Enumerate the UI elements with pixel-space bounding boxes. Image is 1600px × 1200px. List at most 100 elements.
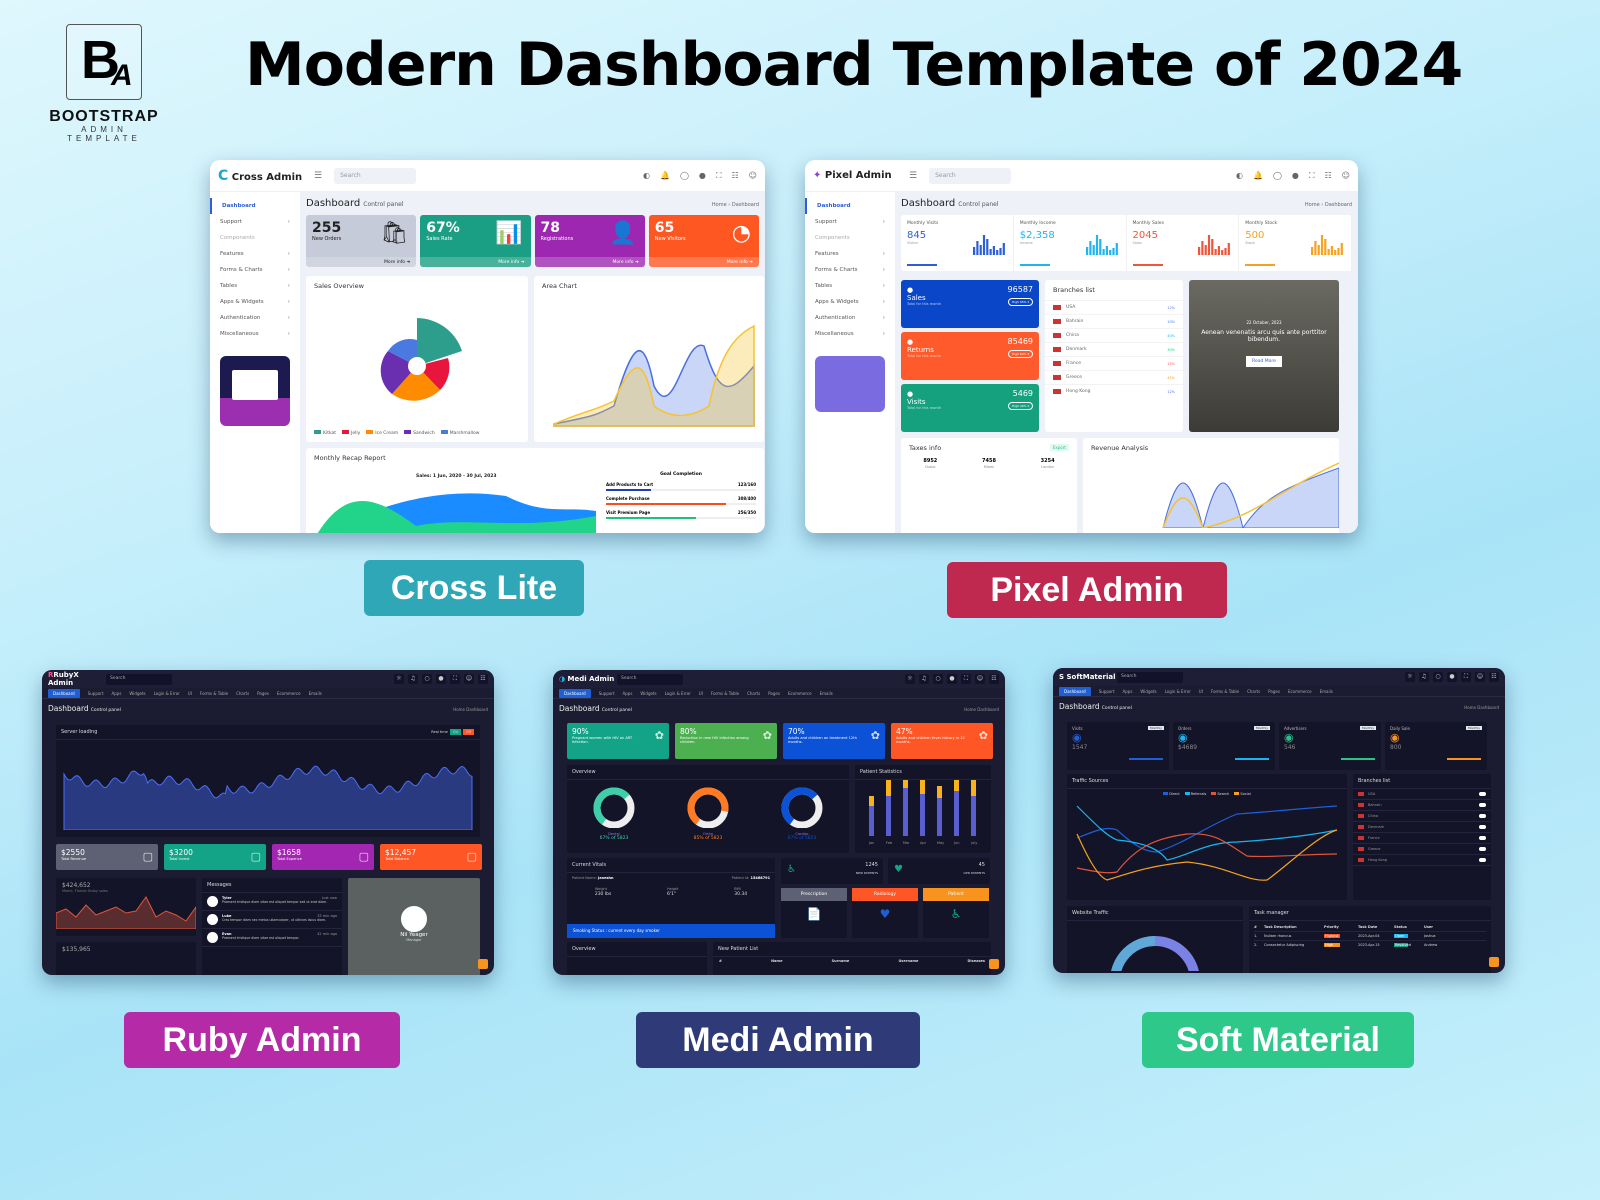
quick-action-prescription[interactable]: Prescription 📄 (781, 888, 847, 938)
bell-icon[interactable]: ♫ (1419, 672, 1429, 682)
chat-icon[interactable]: ○ (933, 674, 943, 684)
nav-item[interactable]: Support (88, 691, 104, 696)
kpi-tile[interactable]: ● Returns Total for this month 85469 High 60… (901, 332, 1039, 380)
settings-fab[interactable] (1489, 957, 1499, 967)
sidebar-item-miscellaneous[interactable]: Miscellaneous › (210, 326, 300, 342)
ruby-stat-card[interactable]: $1658 Total Expence ▢ (272, 844, 374, 870)
nav-item[interactable]: Support (599, 691, 615, 696)
avatar[interactable]: ☺ (749, 171, 757, 181)
nav-item[interactable]: Charts (236, 691, 249, 696)
sidebar-item-tables[interactable]: Tables › (210, 278, 300, 294)
sidebar-item-support[interactable]: Support › (210, 214, 300, 230)
branch-item[interactable]: Denmark 30% (1045, 342, 1183, 356)
stat-card[interactable]: 255 New Orders 🛍 More info ➜ (306, 215, 417, 267)
kpi-tile[interactable]: ● Sales Total for this month 96587 High 65% … (901, 280, 1039, 328)
label-soft-material[interactable]: Soft Material (1142, 1012, 1414, 1068)
branch-item[interactable]: China (1353, 811, 1491, 822)
kpi-badge[interactable]: High 40% ▾ (1008, 402, 1033, 410)
chat-icon[interactable]: ○ (1433, 672, 1443, 682)
more-info-link[interactable]: More info ➜ (648, 257, 759, 267)
task-row[interactable]: 2. Consectetur Adipiscing High 2023-Apr-15 R… (1254, 940, 1486, 949)
legend-item[interactable]: Marshmallow (440, 430, 479, 436)
sidebar-item-apps-widgets[interactable]: Apps & Widgets › (805, 294, 895, 310)
flag-icon[interactable]: ● (436, 674, 446, 684)
theme-icon[interactable]: ◐ (643, 171, 650, 181)
avatar[interactable]: ☺ (464, 674, 474, 684)
bell-icon[interactable]: 🔔 (660, 171, 670, 181)
soft-search-input[interactable]: Search (1117, 671, 1183, 683)
nav-item[interactable]: Widgets (1140, 689, 1156, 694)
ruby-stat-card[interactable]: $3200 Total Invest ▢ (164, 844, 266, 870)
soft-stat-card[interactable]: Visits Monthly ◉ 1547 (1067, 722, 1169, 770)
chat-icon[interactable]: ○ (422, 674, 432, 684)
avatar[interactable]: ☺ (975, 674, 985, 684)
flag-icon[interactable]: ● (947, 674, 957, 684)
sidebar-item-miscellaneous[interactable]: Miscellaneous › (805, 326, 895, 342)
fullscreen-icon[interactable]: ⛶ (450, 674, 460, 684)
cross-search-input[interactable]: Search (334, 167, 417, 184)
label-pixel-admin[interactable]: Pixel Admin (947, 562, 1227, 618)
theme-icon[interactable]: ◐ (1236, 171, 1243, 181)
flag-icon[interactable]: ● (1447, 672, 1457, 682)
settings-icon[interactable]: ☷ (478, 674, 488, 684)
nav-item[interactable]: Pages (257, 691, 269, 696)
branch-item[interactable]: Hong Kong 12% (1045, 384, 1183, 398)
avatar[interactable]: ☺ (1475, 672, 1485, 682)
nav-item[interactable]: Pages (768, 691, 780, 696)
branch-item[interactable]: Denmark (1353, 822, 1491, 833)
kpi-tile[interactable]: ● Visits Total for this month 5469 High 40% … (901, 384, 1039, 432)
message-item[interactable]: Tyler Just now Praesent tristique diam vit… (202, 893, 342, 911)
nav-item[interactable]: Forms & Table (1211, 689, 1239, 694)
theme-icon[interactable]: ☼ (905, 674, 915, 684)
nav-item[interactable]: Login & Error (665, 691, 691, 696)
nav-item[interactable]: UI (699, 691, 703, 696)
nav-item[interactable]: Support (1099, 689, 1115, 694)
branch-item[interactable]: USA 12% (1045, 300, 1183, 314)
pixel-search-input[interactable]: Search (929, 167, 1012, 184)
nav-item[interactable]: Dashboard (559, 688, 591, 698)
nav-item[interactable]: Login & Error (154, 691, 180, 696)
branch-item[interactable]: Bahrain 10% (1045, 314, 1183, 328)
branch-item[interactable]: France (1353, 833, 1491, 844)
sidebar-item-forms-charts[interactable]: Forms & Charts › (805, 262, 895, 278)
legend-item[interactable]: Jelly (342, 430, 360, 436)
nav-item[interactable]: Apps (112, 691, 122, 696)
sidebar-item-authentication[interactable]: Authentication › (210, 310, 300, 326)
nav-item[interactable]: Apps (1123, 689, 1133, 694)
nav-item[interactable]: Ecommerce (277, 691, 301, 696)
sidebar-item-tables[interactable]: Tables › (805, 278, 895, 294)
sidebar-item-forms-charts[interactable]: Forms & Charts › (210, 262, 300, 278)
fullscreen-icon[interactable]: ⛶ (1461, 672, 1471, 682)
medi-search-input[interactable]: Search (617, 673, 683, 685)
pixel-admin-preview[interactable]: ✦ Pixel Admin ☰ Search ◐ 🔔 ◯ ● ⛶ ☷ ☺ Dashboard… (805, 160, 1358, 533)
legend-item[interactable]: Kitkat (314, 430, 336, 436)
settings-icon[interactable]: ☷ (1324, 171, 1331, 181)
legend-item[interactable]: Ice Cream (366, 430, 398, 436)
menu-icon[interactable]: ☰ (314, 171, 322, 181)
label-ruby-admin[interactable]: Ruby Admin (124, 1012, 400, 1068)
label-medi-admin[interactable]: Medi Admin (636, 1012, 920, 1068)
bell-icon[interactable]: ♫ (408, 674, 418, 684)
medi-admin-preview[interactable]: ◑ Medi Admin Search ☼ ♫ ○ ● ⛶ ☺ ☷ Dashboard Sup… (553, 670, 1005, 975)
sidebar-item-support[interactable]: Support › (805, 214, 895, 230)
chat-icon[interactable]: ◯ (1273, 171, 1282, 181)
kpi-badge[interactable]: High 65% ▾ (1008, 298, 1033, 306)
bell-icon[interactable]: 🔔 (1253, 171, 1263, 181)
bell-icon[interactable]: ♫ (919, 674, 929, 684)
label-cross-lite[interactable]: Cross Lite (364, 560, 584, 616)
medi-stat-card[interactable]: 47% Adults and children fever history in … (891, 723, 993, 759)
soft-stat-card[interactable]: Advertisers Monthly ◉ 546 (1279, 722, 1381, 770)
nav-item[interactable]: Emails (1320, 689, 1333, 694)
settings-fab[interactable] (478, 959, 488, 969)
theme-icon[interactable]: ☼ (1405, 672, 1415, 682)
nav-item[interactable]: Login & Error (1165, 689, 1191, 694)
read-more-button[interactable]: Read More (1246, 356, 1282, 367)
branch-item[interactable]: Hong Kong (1353, 855, 1491, 866)
medi-stat-card[interactable]: 70% Adults and children on treatment 12th… (783, 723, 885, 759)
message-item[interactable]: Luke 33 min ago Cras tempor diam nec metus… (202, 911, 342, 929)
fullscreen-icon[interactable]: ⛶ (716, 171, 722, 181)
quick-action-patient[interactable]: Patient ♿ (923, 888, 989, 938)
sidebar-item-dashboard[interactable]: Dashboard (805, 198, 895, 214)
quick-action-radiology[interactable]: Radiology ♥ (852, 888, 918, 938)
legend-item[interactable]: Sandwich (404, 430, 435, 436)
